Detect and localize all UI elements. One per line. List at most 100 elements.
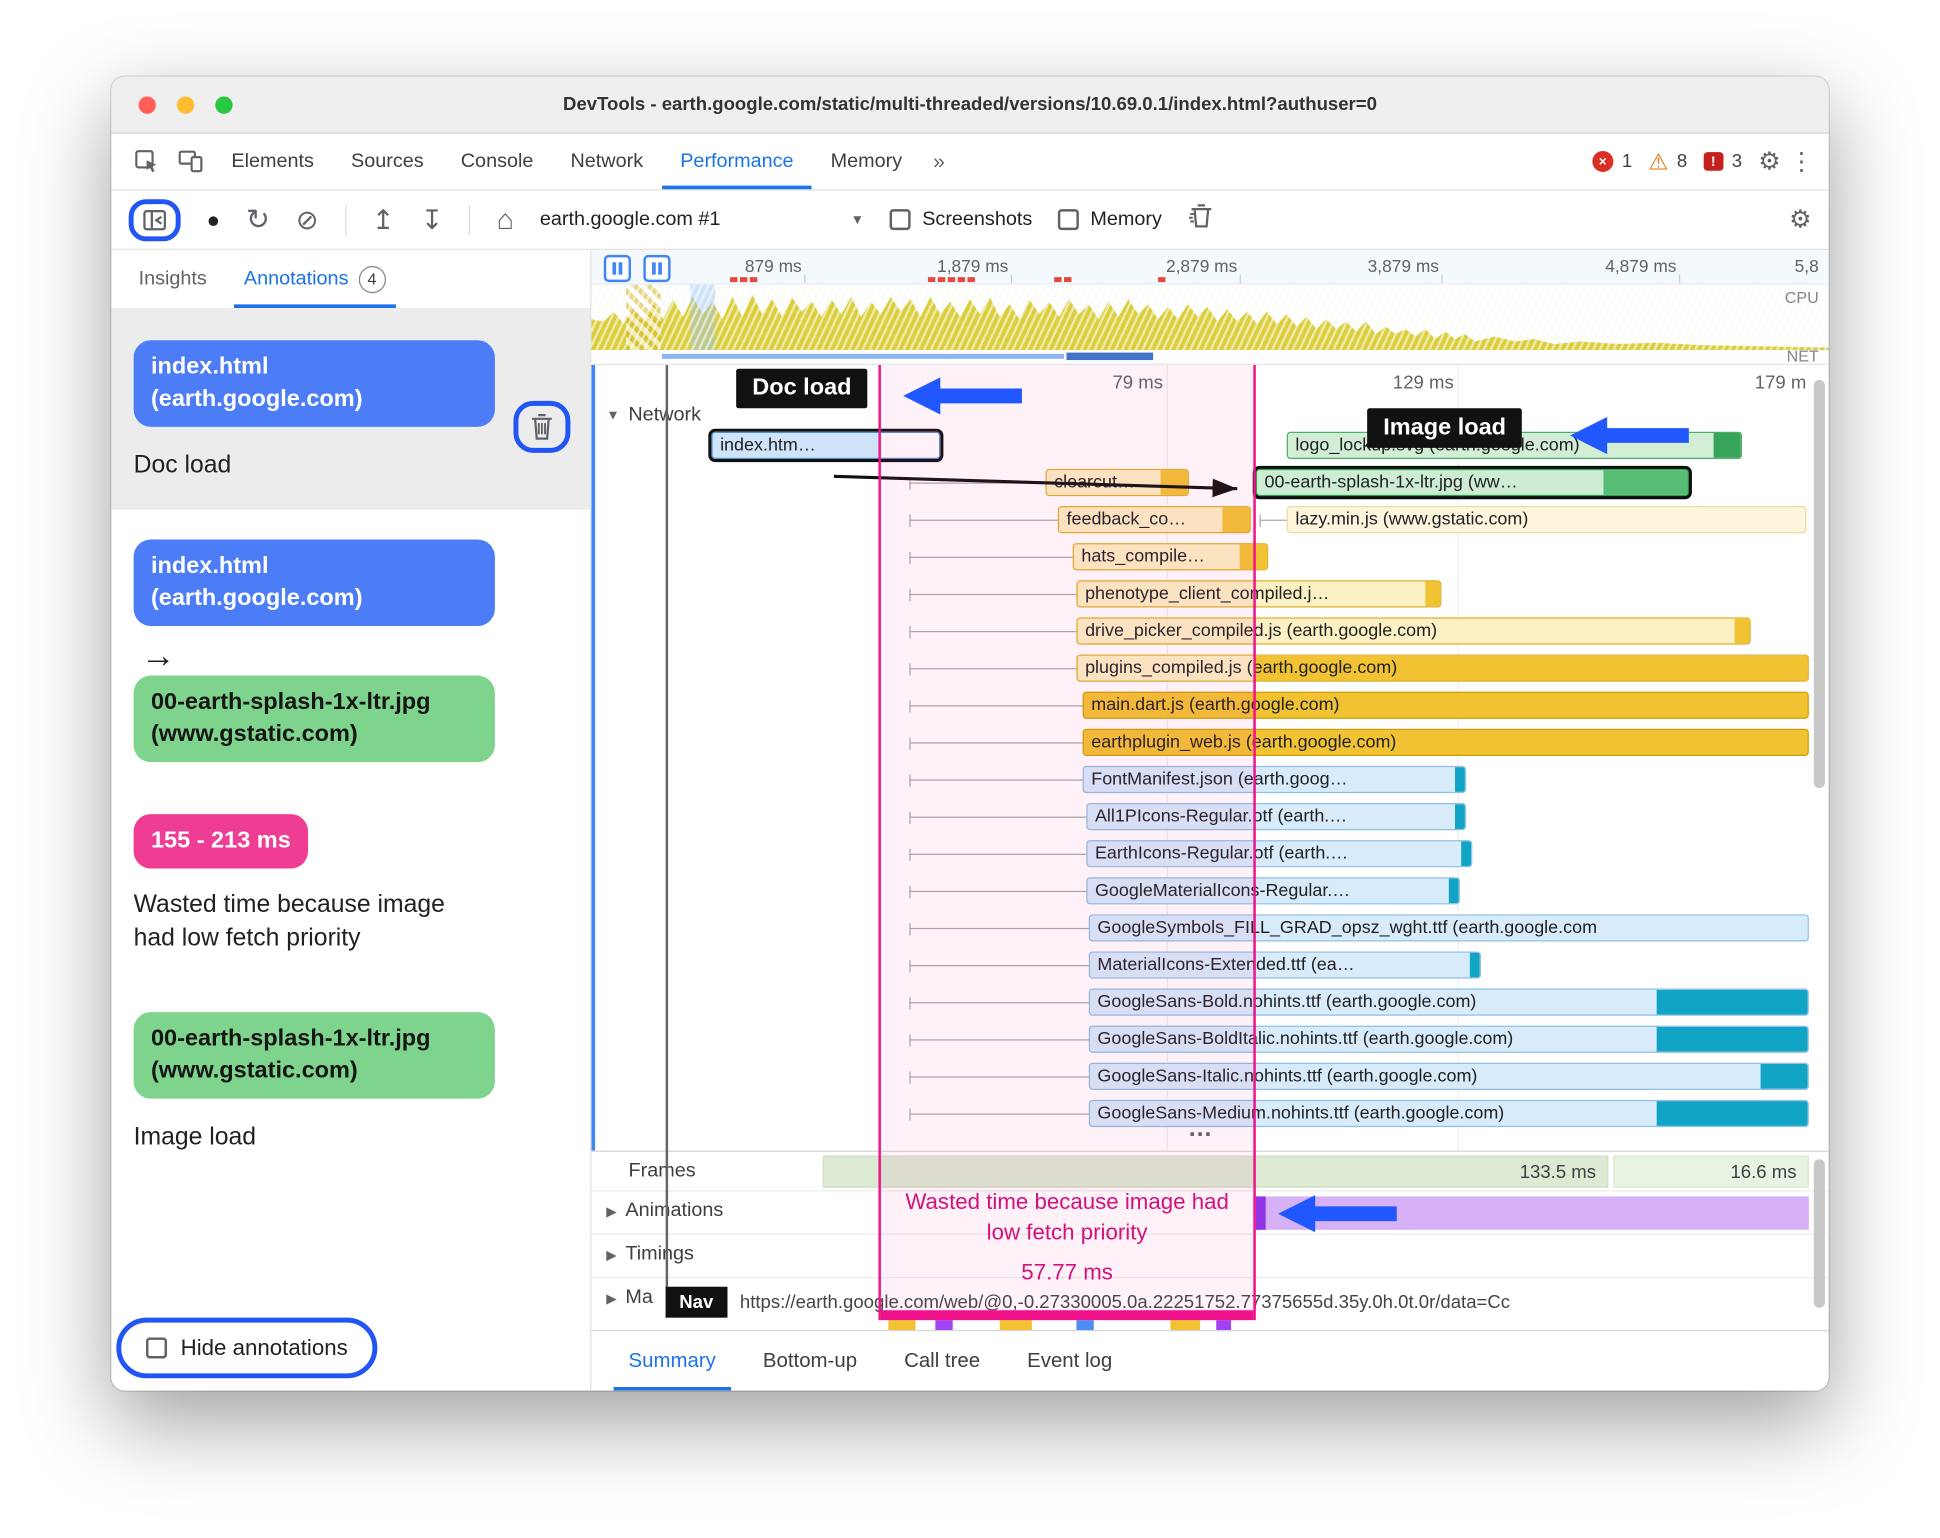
network-request-bar[interactable]: GoogleSans-Medium.nohints.ttf (earth.goo…	[1088, 1099, 1809, 1128]
annotation-pill-index-html[interactable]: index.html (earth.google.com)	[133, 340, 495, 427]
long-task-marker	[937, 277, 946, 283]
memory-checkbox[interactable]	[1058, 209, 1080, 231]
network-request-bar[interactable]: GoogleMaterialIcons-Regular.…	[1086, 877, 1460, 905]
network-request-bar[interactable]: GoogleSans-Bold.nohints.ttf (earth.googl…	[1088, 988, 1809, 1016]
issues-icon[interactable]: !	[1703, 152, 1724, 171]
settings-gear-icon[interactable]: ⚙	[1758, 149, 1780, 174]
network-waterfall[interactable]: 79 ms 129 ms 179 m ▼ Network index.htm…l…	[591, 364, 1829, 1151]
tab-event-log[interactable]: Event log	[1012, 1331, 1127, 1390]
cpu-overview-strip[interactable]: CPU	[591, 284, 1829, 351]
frame-duration-bar[interactable]: 133.5 ms	[822, 1155, 1609, 1188]
show-sidebar-icon[interactable]	[140, 206, 170, 233]
network-request-bar[interactable]: main.dart.js (earth.google.com)	[1082, 691, 1809, 719]
upload-profile-icon[interactable]: ↥	[372, 205, 395, 233]
network-request-bar[interactable]: EarthIcons-Regular.otf (earth.…	[1086, 840, 1473, 868]
annotation-entry-doc-load[interactable]: index.html (earth.google.com) Doc load	[111, 309, 591, 510]
tab-summary[interactable]: Summary	[614, 1331, 731, 1390]
record-button[interactable]: ●	[207, 208, 220, 230]
annotation-label[interactable]: Wasted time because image had low fetch …	[134, 888, 478, 955]
annotation-label[interactable]: Doc load	[134, 452, 568, 480]
annotation-entry-image-load[interactable]: 00-earth-splash-1x-ltr.jpg (www.gstatic.…	[111, 955, 590, 1152]
overview-ruler[interactable]: 879 ms 1,879 ms 2,879 ms 3,879 ms 4,879 …	[591, 249, 1829, 285]
frames-track[interactable]: Frames 133.5 ms 16.6 ms	[591, 1152, 1829, 1192]
reload-and-record-button[interactable]: ↻	[246, 205, 270, 233]
pause-button[interactable]	[643, 254, 671, 283]
download-profile-icon[interactable]: ↧	[421, 205, 444, 233]
network-request-bar[interactable]: 00-earth-splash-1x-ltr.jpg (ww…	[1255, 468, 1689, 497]
frame-duration-bar[interactable]: 16.6 ms	[1613, 1155, 1809, 1188]
expand-triangle-icon[interactable]: ▶	[606, 1290, 616, 1306]
close-window-button[interactable]	[138, 96, 156, 114]
tab-insights[interactable]: Insights	[129, 250, 217, 308]
capture-settings-gear-icon[interactable]: ⚙	[1789, 207, 1811, 232]
network-request-bar[interactable]: MaterialIcons-Extended.ttf (ea…	[1088, 951, 1481, 979]
timings-track-header[interactable]: ▶ Timings	[606, 1243, 694, 1265]
history-select[interactable]: earth.google.com #1 ▼	[540, 208, 864, 230]
inspect-element-icon[interactable]	[124, 134, 169, 190]
tab-sources[interactable]: Sources	[332, 134, 442, 190]
zoom-window-button[interactable]	[215, 96, 233, 114]
network-request-bar[interactable]: hats_compile…	[1072, 543, 1269, 571]
network-request-bar[interactable]: GoogleSans-Italic.nohints.ttf (earth.goo…	[1088, 1062, 1809, 1091]
tab-bottom-up[interactable]: Bottom-up	[748, 1331, 872, 1390]
request-body-segment	[1656, 1101, 1808, 1126]
tracks-scrollbar[interactable]	[1813, 1159, 1825, 1308]
animations-track[interactable]: ▶ Animations	[591, 1191, 1829, 1235]
tab-annotations[interactable]: Annotations 4	[234, 250, 395, 308]
error-icon[interactable]: ×	[1592, 150, 1614, 172]
network-request-bar[interactable]: earthplugin_web.js (earth.google.com)	[1082, 728, 1809, 756]
network-request-bar[interactable]: FontManifest.json (earth.goog…	[1082, 765, 1467, 794]
minimize-window-button[interactable]	[176, 96, 195, 114]
image-load-callout[interactable]: Image load	[1367, 408, 1523, 448]
screenshots-checkbox[interactable]	[890, 209, 912, 231]
doc-load-callout[interactable]: Doc load	[736, 368, 868, 409]
annotation-pill-splash-jpg[interactable]: 00-earth-splash-1x-ltr.jpg (www.gstatic.…	[133, 1012, 495, 1099]
main-thread-track[interactable]: ▶ Ma Nav https://earth.google.com/web/@0…	[591, 1278, 1828, 1331]
expand-triangle-icon[interactable]: ▶	[606, 1247, 616, 1263]
kebab-menu-icon[interactable]: ⋮	[1789, 149, 1814, 174]
tab-console[interactable]: Console	[442, 134, 552, 190]
tab-performance[interactable]: Performance	[662, 134, 812, 190]
net-overview-strip[interactable]: NET	[591, 346, 1829, 365]
network-track-header[interactable]: ▼ Network	[606, 405, 701, 427]
network-request-bar[interactable]: plugins_compiled.js (earth.google.com)	[1076, 654, 1809, 682]
annotation-entry-link[interactable]: index.html (earth.google.com) → 00-earth…	[111, 510, 590, 763]
annotation-entry-wasted-time[interactable]: 155 - 213 ms Wasted time because image h…	[111, 762, 590, 955]
timings-track[interactable]: ▶ Timings	[591, 1235, 1829, 1279]
network-request-bar[interactable]: clearcut…	[1045, 468, 1189, 497]
collapse-triangle-icon[interactable]: ▼	[606, 408, 619, 423]
network-request-bar[interactable]: GoogleSymbols_FILL_GRAD_opsz_wght.ttf (e…	[1088, 914, 1809, 942]
network-request-bar[interactable]: lazy.min.js (www.gstatic.com)	[1286, 506, 1807, 534]
network-request-bar[interactable]: index.htm…	[711, 431, 941, 460]
more-tabs-icon[interactable]: »	[921, 134, 957, 190]
pause-button[interactable]	[603, 254, 631, 283]
network-request-label: GoogleSans-Bold.nohints.ttf (earth.googl…	[1097, 992, 1477, 1013]
long-task-marker	[739, 277, 748, 283]
request-queue-whisker	[909, 1071, 1089, 1084]
annotation-pill-time-range[interactable]: 155 - 213 ms	[133, 814, 309, 869]
annotation-pill-splash-jpg[interactable]: 00-earth-splash-1x-ltr.jpg (www.gstatic.…	[133, 675, 495, 763]
tab-elements[interactable]: Elements	[213, 134, 333, 190]
annotation-pill-index-html[interactable]: index.html (earth.google.com)	[133, 539, 495, 627]
waterfall-scrollbar[interactable]	[1813, 379, 1825, 789]
annotation-label[interactable]: Image load	[134, 1123, 568, 1151]
hide-annotations-checkbox[interactable]	[145, 1337, 168, 1359]
trash-icon[interactable]	[530, 413, 555, 440]
tab-call-tree[interactable]: Call tree	[889, 1331, 995, 1390]
tab-memory[interactable]: Memory	[812, 134, 921, 190]
nav-marker-badge[interactable]: Nav	[665, 1286, 727, 1318]
device-toolbar-icon[interactable]	[168, 134, 213, 190]
expand-triangle-icon[interactable]: ▶	[606, 1203, 616, 1219]
network-request-bar[interactable]: phenotype_client_compiled.j…	[1076, 580, 1442, 608]
warning-icon[interactable]: ⚠	[1648, 150, 1668, 172]
home-icon[interactable]: ⌂	[497, 205, 514, 233]
network-request-bar[interactable]: All1PIcons-Regular.otf (earth.…	[1086, 802, 1467, 831]
tab-network[interactable]: Network	[552, 134, 662, 190]
network-request-bar[interactable]: drive_picker_compiled.js (earth.google.c…	[1076, 617, 1751, 645]
collect-garbage-icon[interactable]	[1188, 203, 1215, 236]
clear-recording-button[interactable]: ⊘	[296, 205, 319, 233]
network-request-bar[interactable]: GoogleSans-BoldItalic.nohints.ttf (earth…	[1088, 1025, 1809, 1053]
network-request-bar[interactable]: feedback_co…	[1057, 506, 1251, 534]
main-track-header[interactable]: ▶ Ma	[606, 1287, 653, 1309]
request-queue-whisker	[909, 811, 1087, 825]
